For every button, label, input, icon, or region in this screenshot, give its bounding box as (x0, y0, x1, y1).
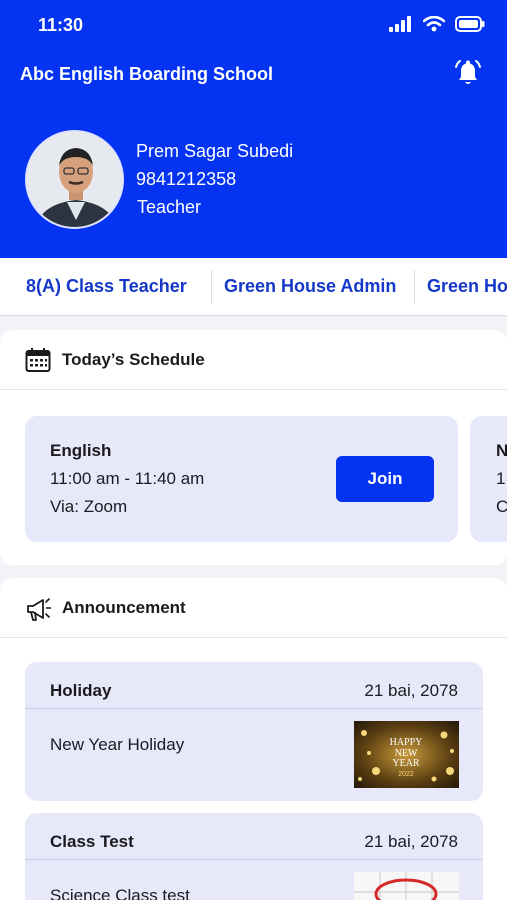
announcement-text: Science Class test (50, 886, 190, 900)
schedule-item-next[interactable]: N 1 C (470, 416, 507, 542)
announcement-thumbnail: HAPPY NEW YEAR 2022 (354, 721, 459, 788)
announcement-type: Holiday (50, 681, 112, 700)
announcement-item[interactable]: Class Test 21 bai, 2078 Science Class te… (25, 813, 483, 900)
app-header: 11:30 Abc English Boarding School Prem S… (0, 0, 507, 258)
roles-tabs[interactable]: 8(A) Class Teacher Green House Admin Gre… (0, 258, 507, 316)
schedule-subject: English (50, 441, 112, 460)
signal-icon (389, 16, 411, 32)
status-time: 11:30 (38, 15, 84, 35)
wifi-icon (423, 16, 445, 32)
schedule-title: Today’s Schedule (62, 350, 205, 369)
role-tab-house-admin[interactable]: Green House Admin (224, 276, 396, 297)
schedule-next-line2: 1 (496, 469, 506, 488)
thumbnail-line3: YEAR (392, 758, 420, 769)
status-bar: 11:30 (0, 0, 507, 52)
schedule-header: Today’s Schedule (0, 330, 507, 390)
announcement-item-header: Class Test 21 bai, 2078 (25, 813, 483, 860)
schedule-section: Today’s Schedule English 11:00 am - 11:4… (0, 330, 507, 565)
announcement-item-header: Holiday 21 bai, 2078 (25, 662, 483, 709)
avatar[interactable] (25, 130, 124, 229)
announcement-text: New Year Holiday (50, 735, 185, 754)
megaphone-icon (27, 598, 52, 621)
announcement-date: 21 bai, 2078 (364, 681, 458, 700)
calendar-icon (25, 348, 51, 372)
schedule-time: 11:00 am - 11:40 am (50, 469, 205, 488)
announcement-title: Announcement (62, 598, 186, 617)
app-title: Abc English Boarding School (20, 64, 274, 84)
profile-role: Teacher (137, 197, 202, 217)
role-tab-green-house[interactable]: Green Ho (427, 276, 507, 297)
schedule-next-line3: C (496, 497, 507, 516)
thumbnail-line4: 2022 (398, 771, 414, 778)
profile-phone: 9841212358 (136, 169, 237, 189)
role-tab-class-teacher[interactable]: 8(A) Class Teacher (26, 276, 187, 297)
bell-icon (455, 60, 481, 84)
battery-icon (455, 16, 485, 32)
role-divider (414, 270, 415, 304)
announcement-item[interactable]: Holiday 21 bai, 2078 New Year Holiday HA… (25, 662, 483, 801)
schedule-via: Via: Zoom (50, 497, 128, 516)
join-button[interactable]: Join (336, 456, 434, 502)
thumbnail-line1: HAPPY (390, 737, 423, 748)
status-icons (389, 16, 485, 32)
announcement-header: Announcement (0, 578, 507, 638)
profile-name: Prem Sagar Subedi (136, 141, 294, 161)
notification-button[interactable] (450, 56, 486, 92)
role-divider (211, 270, 212, 304)
announcement-date: 21 bai, 2078 (364, 832, 458, 851)
announcement-thumbnail (354, 872, 459, 900)
schedule-item[interactable]: English 11:00 am - 11:40 am Via: Zoom Jo… (25, 416, 458, 542)
schedule-next-line1: N (496, 441, 507, 460)
announcement-type: Class Test (50, 832, 134, 851)
